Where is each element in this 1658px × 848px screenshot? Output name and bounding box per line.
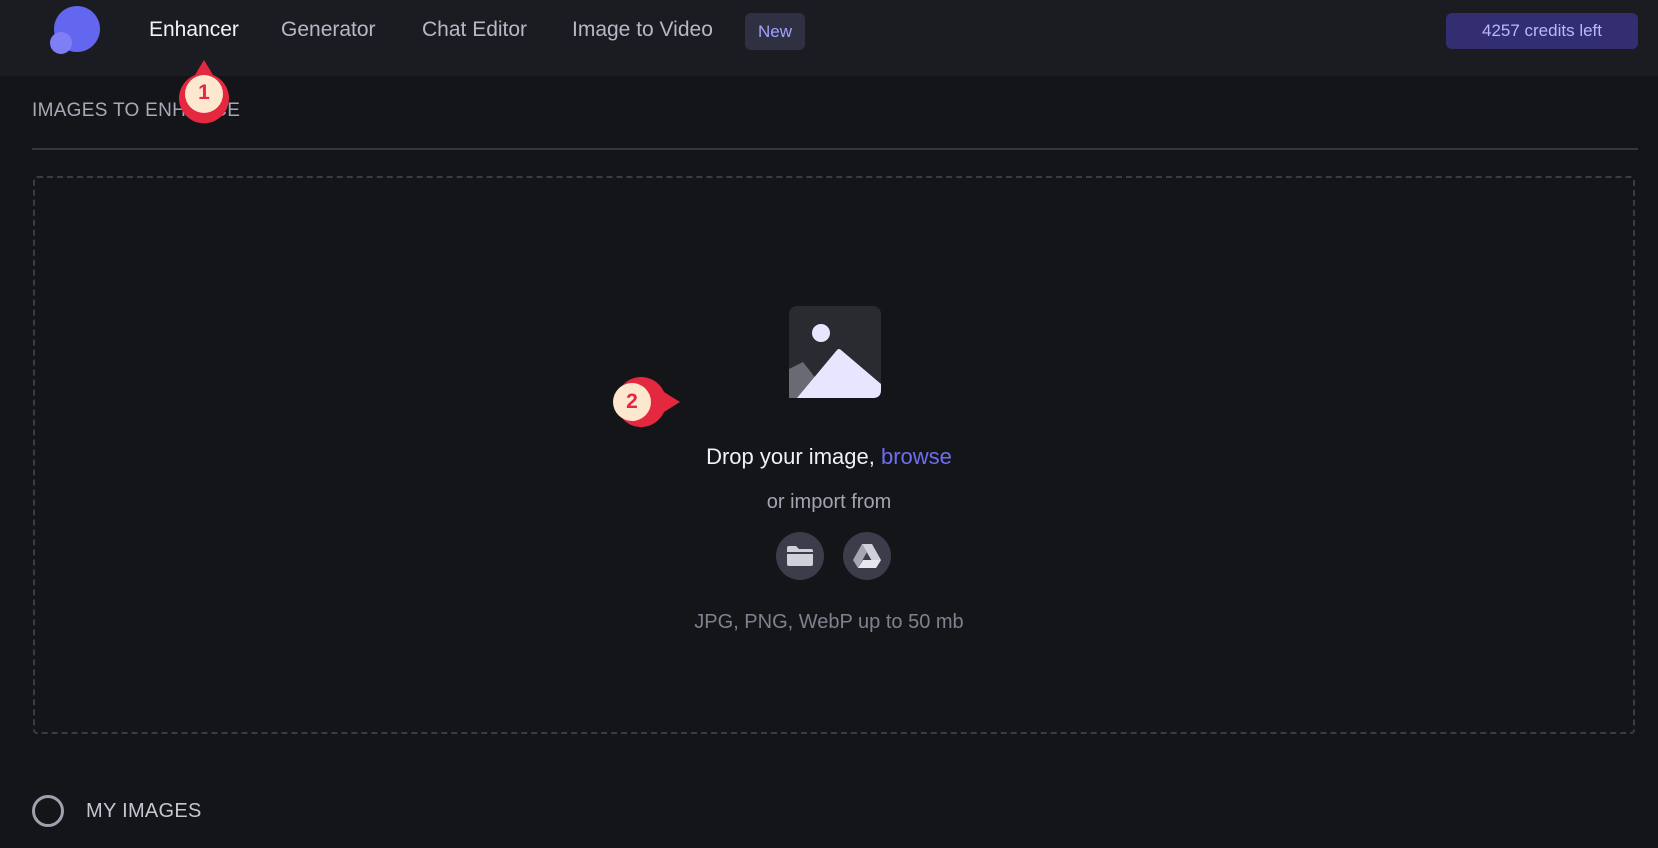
google-drive-icon — [853, 544, 881, 568]
nav-enhancer[interactable]: Enhancer — [149, 18, 239, 42]
app-logo[interactable] — [50, 4, 102, 56]
my-images-radio[interactable] — [32, 795, 64, 827]
import-google-drive-button[interactable] — [843, 532, 891, 580]
credits-badge[interactable]: 4257 credits left — [1446, 13, 1638, 49]
annotation-marker-2: 2 — [598, 372, 684, 432]
folder-icon — [787, 546, 813, 566]
supported-formats: JPG, PNG, WebP up to 50 mb — [694, 611, 964, 633]
divider — [32, 148, 1638, 150]
import-text: or import from — [766, 491, 892, 513]
drop-text: Drop your image, — [706, 444, 875, 469]
nav-chat-editor[interactable]: Chat Editor — [422, 18, 527, 42]
browse-link[interactable]: browse — [881, 444, 952, 469]
my-images-label: MY IMAGES — [86, 799, 202, 822]
image-placeholder-icon — [789, 306, 881, 398]
nav-generator[interactable]: Generator — [281, 18, 376, 42]
drop-instruction: Drop your image, browse — [0, 444, 1658, 470]
my-images-toggle[interactable]: MY IMAGES — [32, 792, 202, 830]
annotation-number-1: 1 — [198, 81, 210, 104]
annotation-number-2: 2 — [626, 390, 638, 413]
nav-image-to-video[interactable]: Image to Video — [572, 18, 713, 42]
logo-circle-small — [50, 32, 72, 54]
top-navigation-bar: Enhancer Generator Chat Editor Image to … — [0, 0, 1658, 76]
annotation-marker-1: 1 — [174, 56, 234, 132]
import-folder-button[interactable] — [776, 532, 824, 580]
new-badge: New — [745, 13, 806, 50]
